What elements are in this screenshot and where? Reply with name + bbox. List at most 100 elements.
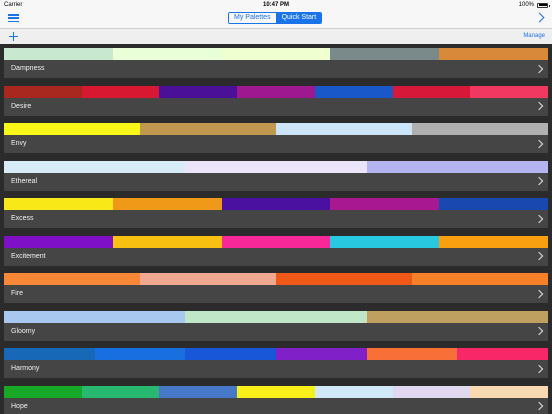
battery-icon (537, 2, 550, 8)
chevron-right-icon[interactable] (534, 364, 544, 373)
chevron-right-icon[interactable] (534, 251, 544, 261)
palette-name: Gloomy (11, 327, 36, 335)
palette-label-bar: Excess (4, 210, 548, 228)
palette-swatches (4, 85, 549, 98)
color-swatch (314, 385, 393, 398)
chevron-right-icon[interactable] (534, 289, 544, 298)
toolbar: Manage (0, 28, 552, 44)
color-swatch (4, 235, 113, 248)
palette-name: Excitement (11, 252, 46, 260)
palette-swatches (4, 123, 548, 135)
chevron-right-icon[interactable] (534, 326, 544, 336)
color-swatch (4, 48, 113, 60)
color-swatch (330, 48, 440, 60)
palette-row[interactable]: Envy (4, 123, 548, 153)
color-swatch (470, 85, 549, 98)
color-swatch (276, 348, 367, 360)
color-swatch (112, 235, 222, 248)
palette-row[interactable]: Excitement (4, 235, 548, 266)
palette-swatches (4, 385, 549, 398)
palette-row[interactable]: Dampness (4, 48, 548, 78)
add-icon[interactable] (9, 32, 18, 41)
chevron-right-icon[interactable] (534, 214, 544, 223)
palette-row[interactable]: Gloomy (4, 310, 548, 341)
palette-swatches (4, 48, 548, 60)
tab-quick-start[interactable]: Quick Start (275, 13, 322, 23)
palette-name: Envy (11, 140, 27, 147)
color-swatch (112, 48, 222, 60)
color-swatch (112, 198, 222, 210)
palette-swatches (4, 310, 548, 323)
color-swatch (4, 160, 186, 173)
palette-label-bar: Harmony (4, 360, 548, 378)
color-swatch (159, 385, 238, 398)
manage-button[interactable]: Manage (523, 33, 545, 39)
color-swatch (185, 348, 277, 360)
color-swatch (412, 123, 548, 135)
chevron-right-icon[interactable] (534, 101, 544, 111)
palette-name: Excess (11, 215, 34, 222)
color-swatch (185, 160, 367, 173)
color-swatch (412, 273, 548, 285)
color-swatch (140, 273, 276, 285)
palette-swatches (4, 160, 548, 173)
color-swatch (439, 48, 548, 60)
chevron-right-icon[interactable] (534, 176, 544, 186)
chevron-right-icon[interactable] (534, 12, 545, 23)
color-swatch (4, 123, 140, 135)
color-swatch (221, 48, 331, 60)
color-swatch (330, 198, 440, 210)
navigation-bar: My Palettes Quick Start (0, 10, 552, 28)
color-swatch (392, 85, 471, 98)
color-swatch (159, 85, 238, 98)
color-swatch (237, 385, 315, 398)
clock: 10:47 PM (262, 1, 289, 8)
color-swatch (140, 123, 276, 135)
color-swatch (94, 348, 186, 360)
palette-label-bar: Desire (4, 97, 548, 116)
color-swatch (439, 198, 548, 210)
color-swatch (81, 385, 160, 398)
palette-row[interactable]: Hope (4, 385, 549, 414)
palette-name: Hope (11, 402, 28, 410)
tab-my-palettes[interactable]: My Palettes (229, 13, 276, 23)
palette-row[interactable]: Harmony (4, 348, 549, 378)
color-swatch (221, 235, 331, 248)
palette-label-bar: Fire (4, 285, 548, 303)
color-swatch (330, 235, 440, 248)
chevron-right-icon[interactable] (534, 64, 544, 73)
palette-swatches (4, 235, 548, 248)
color-swatch (4, 273, 140, 285)
palette-name: Dampness (11, 65, 45, 72)
color-swatch (457, 348, 549, 360)
color-swatch (366, 348, 458, 360)
palette-label-bar: Dampness (4, 60, 548, 78)
color-swatch (276, 273, 412, 285)
app-window: Carrier 10:47 PM 100% My Palettes Quick … (0, 0, 552, 414)
color-swatch (4, 85, 82, 98)
color-swatch (221, 198, 331, 210)
palette-name: Fire (11, 290, 24, 297)
palette-row[interactable]: Excess (4, 198, 548, 228)
palette-swatches (4, 198, 548, 210)
palette-name: Desire (11, 102, 32, 110)
color-swatch (366, 160, 548, 173)
palette-name: Ethereal (11, 177, 38, 185)
palette-row[interactable]: Ethereal (4, 160, 548, 191)
palette-row[interactable]: Desire (4, 85, 549, 116)
color-swatch (470, 385, 549, 398)
color-swatch (366, 310, 548, 323)
battery-percentage: 100% (518, 2, 534, 8)
color-swatch (314, 85, 393, 98)
chevron-right-icon[interactable] (534, 139, 544, 148)
color-swatch (81, 85, 160, 98)
chevron-right-icon[interactable] (534, 401, 544, 411)
color-swatch (392, 385, 471, 398)
color-swatch (4, 310, 186, 323)
hamburger-menu-icon[interactable] (8, 14, 19, 23)
palette-label-bar: Ethereal (4, 172, 548, 191)
palette-row[interactable]: Fire (4, 273, 548, 303)
color-swatch (185, 310, 367, 323)
status-bar: Carrier 10:47 PM 100% (0, 0, 552, 10)
palette-swatches (4, 273, 548, 285)
